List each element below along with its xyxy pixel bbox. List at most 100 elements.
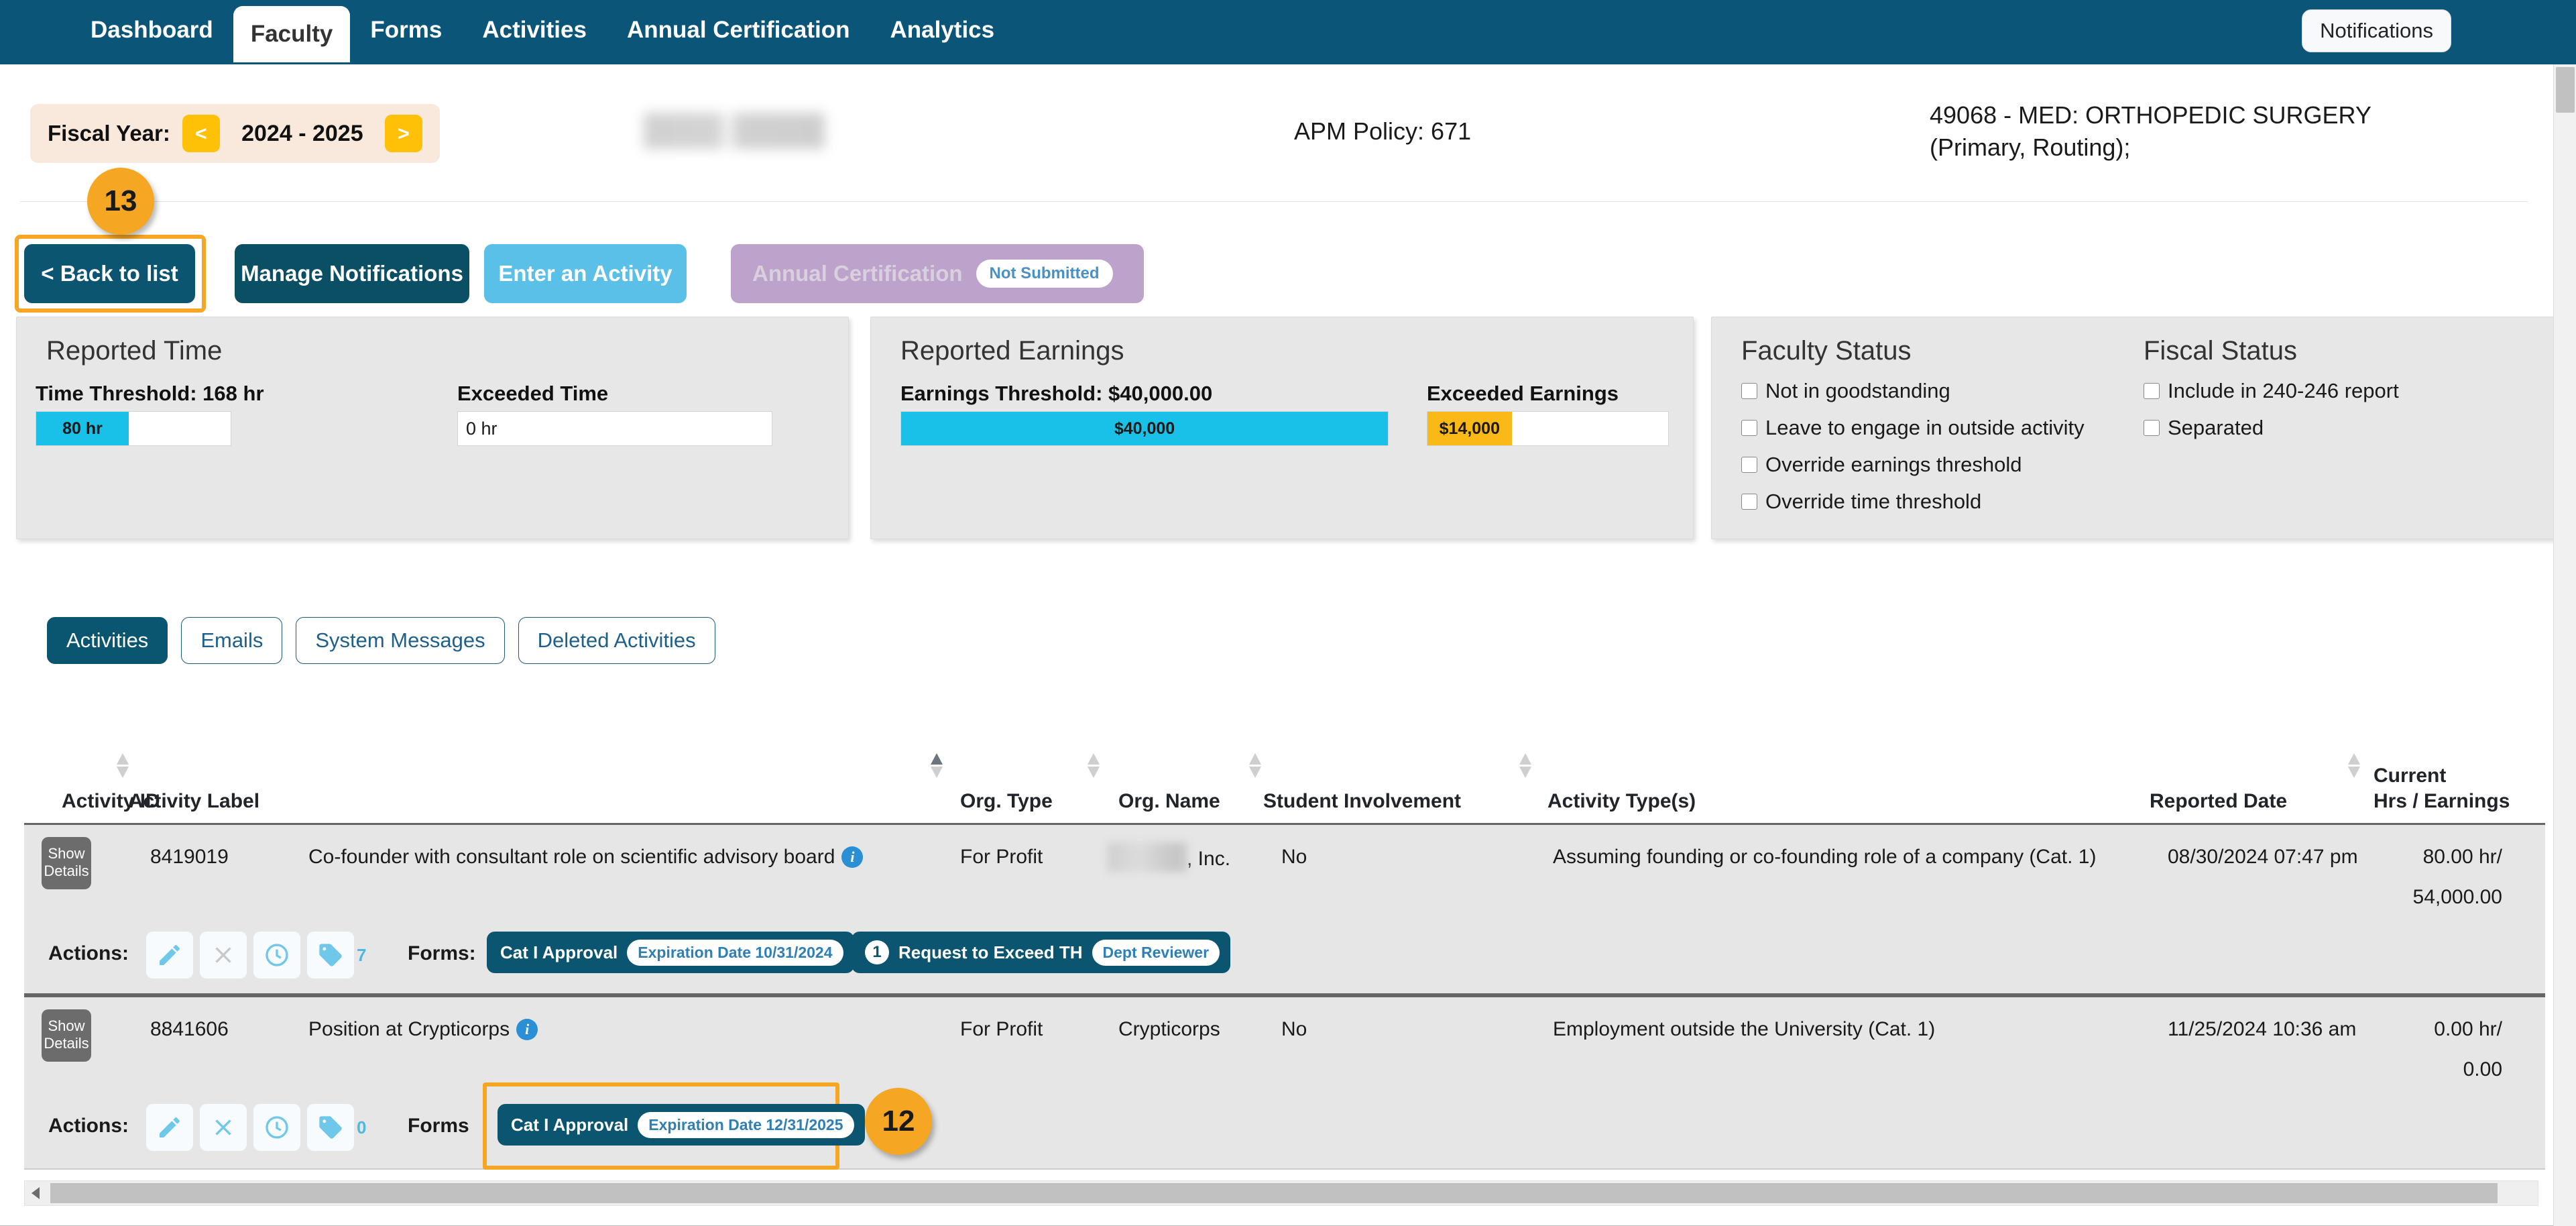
sort-icon-org-type[interactable] [931, 753, 943, 783]
horizontal-scrollbar-thumb[interactable] [50, 1183, 2498, 1203]
tag-icon[interactable] [307, 1104, 354, 1151]
table-row: Show Details 8841606 Position at Cryptic… [24, 997, 2545, 1170]
table-row-main: Show Details 8841606 Position at Cryptic… [24, 997, 2545, 1095]
nav-item-faculty[interactable]: Faculty [233, 6, 351, 62]
tab-system-messages[interactable]: System Messages [296, 617, 505, 664]
annual-certification-button[interactable]: Annual Certification Not Submitted [731, 244, 1144, 303]
table-row: Show Details 8419019 Co-founder with con… [24, 825, 2545, 997]
history-clock-icon[interactable] [253, 932, 300, 979]
not-in-goodstanding-checkbox[interactable] [1741, 383, 1757, 399]
delete-x-icon[interactable] [200, 1104, 247, 1151]
vertical-scrollbar[interactable] [2553, 64, 2576, 1226]
override-earnings-threshold-checkbox[interactable] [1741, 457, 1757, 473]
override-time-threshold-checkbox[interactable] [1741, 494, 1757, 510]
column-header-activity-label[interactable]: Activity Label [129, 789, 259, 814]
nav-item-forms[interactable]: Forms [350, 0, 462, 62]
primary-action-buttons: < Back to list Manage Notifications Ente… [0, 235, 2567, 314]
reported-time-card: Reported Time Time Threshold: 168 hr 80 … [16, 317, 849, 539]
show-details-button[interactable]: Show Details [42, 1009, 91, 1062]
enter-an-activity-button[interactable]: Enter an Activity [484, 244, 687, 303]
table-header-row: Activity ID Activity Label Org. Type Org… [24, 718, 2545, 825]
department-line-2: (Primary, Routing); [1930, 133, 2131, 161]
column-header-org-type[interactable]: Org. Type [960, 789, 1053, 814]
form-name: Cat I Approval [511, 1114, 629, 1135]
edit-pencil-icon[interactable] [146, 932, 193, 979]
activity-label-text: Co-founder with consultant role on scien… [308, 846, 835, 868]
history-clock-icon[interactable] [253, 1104, 300, 1151]
department-line-1: 49068 - MED: ORTHOPEDIC SURGERY [1930, 101, 2372, 129]
notifications-button[interactable]: Notifications [2302, 9, 2451, 52]
scroll-left-arrow-icon[interactable] [32, 1187, 40, 1199]
nav-item-activities[interactable]: Activities [462, 0, 607, 62]
faculty-name-redacted [644, 113, 825, 149]
show-details-line-1: Show [48, 1017, 85, 1034]
cell-earnings: 54,000.00 [2412, 886, 2502, 908]
time-threshold-label: Time Threshold: 168 hr [36, 382, 264, 405]
checkbox-row-override-earnings-threshold[interactable]: Override earnings threshold [1741, 453, 2022, 477]
tab-activities[interactable]: Activities [47, 617, 168, 664]
nav-item-dashboard[interactable]: Dashboard [70, 0, 233, 62]
form-pill-request-to-exceed-th[interactable]: 1 Request to Exceed TH Dept Reviewer [852, 932, 1231, 973]
time-threshold-meter: 80 hr [36, 411, 231, 446]
checkbox-row-include-240-246-report[interactable]: Include in 240-246 report [2144, 379, 2399, 403]
column-header-activity-types[interactable]: Activity Type(s) [1547, 789, 1696, 814]
fiscal-year-prev-button[interactable]: < [182, 115, 220, 152]
form-expiration-badge: Expiration Date 12/31/2025 [638, 1111, 854, 1138]
sort-icon-activity-types[interactable] [1519, 753, 1531, 783]
manage-notifications-button[interactable]: Manage Notifications [235, 244, 469, 303]
horizontal-scrollbar[interactable] [24, 1180, 2538, 1206]
edit-pencil-icon[interactable] [146, 1104, 193, 1151]
checkbox-row-separated[interactable]: Separated [2144, 416, 2264, 440]
form-name: Cat I Approval [500, 942, 618, 962]
delete-x-icon[interactable] [200, 932, 247, 979]
override-time-threshold-label: Override time threshold [1765, 490, 1982, 513]
current-header-line-1: Current [2374, 765, 2447, 787]
cell-earnings: 0.00 [2463, 1058, 2502, 1080]
checkbox-row-not-in-goodstanding[interactable]: Not in goodstanding [1741, 379, 1950, 403]
earnings-threshold-label: Earnings Threshold: $40,000.00 [900, 382, 1213, 405]
vertical-scrollbar-thumb[interactable] [2556, 67, 2575, 113]
nav-item-analytics[interactable]: Analytics [870, 0, 1014, 62]
info-icon[interactable]: i [841, 846, 864, 868]
page-content: Fiscal Year: < 2024 - 2025 > APM Policy:… [0, 64, 2568, 1226]
cell-org-name: Crypticorps [1118, 1018, 1220, 1040]
back-to-list-button[interactable]: < Back to list [24, 244, 195, 303]
faculty-status-title: Faculty Status [1741, 336, 1912, 366]
info-icon[interactable]: i [516, 1018, 538, 1040]
sort-icon-org-name[interactable] [1088, 753, 1100, 783]
leave-outside-activity-label: Leave to engage in outside activity [1765, 416, 2085, 439]
separated-checkbox[interactable] [2144, 420, 2160, 436]
nav-item-annual-certification[interactable]: Annual Certification [607, 0, 870, 62]
form-pill-cat-i-approval[interactable]: Cat I Approval Expiration Date 12/31/202… [497, 1104, 865, 1146]
fiscal-year-next-button[interactable]: > [384, 115, 422, 152]
checkbox-row-override-time-threshold[interactable]: Override time threshold [1741, 490, 1981, 514]
tab-emails[interactable]: Emails [181, 617, 283, 664]
annual-certification-status-badge: Not Submitted [976, 260, 1113, 288]
cell-student-involvement: No [1281, 1018, 1307, 1040]
cell-student-involvement: No [1281, 846, 1307, 868]
actions-label: Actions: [48, 1115, 129, 1137]
sort-icon-current-hrs-earnings[interactable] [2348, 753, 2360, 783]
earnings-threshold-meter: $40,000 [900, 411, 1389, 446]
column-header-org-name[interactable]: Org. Name [1118, 789, 1220, 814]
checkbox-row-leave-outside-activity[interactable]: Leave to engage in outside activity [1741, 416, 2085, 440]
cell-hours: 80.00 hr/ [2422, 846, 2502, 868]
reported-time-title: Reported Time [46, 336, 223, 366]
include-240-246-report-checkbox[interactable] [2144, 383, 2160, 399]
actions-label: Actions: [48, 942, 129, 964]
row-action-icons: 7 [146, 932, 366, 979]
column-header-reported-date[interactable]: Reported Date [2150, 789, 2287, 814]
tag-icon[interactable] [307, 932, 354, 979]
tab-deleted-activities[interactable]: Deleted Activities [518, 617, 715, 664]
sort-icon-student-involvement[interactable] [1249, 753, 1261, 783]
leave-outside-activity-checkbox[interactable] [1741, 420, 1757, 436]
reported-earnings-title: Reported Earnings [900, 336, 1124, 366]
column-header-student-involvement[interactable]: Student Involvement [1263, 789, 1461, 814]
column-header-current-hrs-earnings[interactable]: Current Hrs / Earnings [2374, 763, 2510, 814]
cell-activity-types: Employment outside the University (Cat. … [1553, 1018, 1936, 1040]
sort-icon-activity-label[interactable] [117, 753, 129, 783]
table-row-actions: Actions: 0 Forms Cat I Approval Expirati… [24, 1082, 2545, 1170]
cell-reported-date: 08/30/2024 07:47 pm [2168, 846, 2358, 868]
form-pill-cat-i-approval[interactable]: Cat I Approval Expiration Date 10/31/202… [487, 932, 854, 973]
show-details-button[interactable]: Show Details [42, 837, 91, 889]
